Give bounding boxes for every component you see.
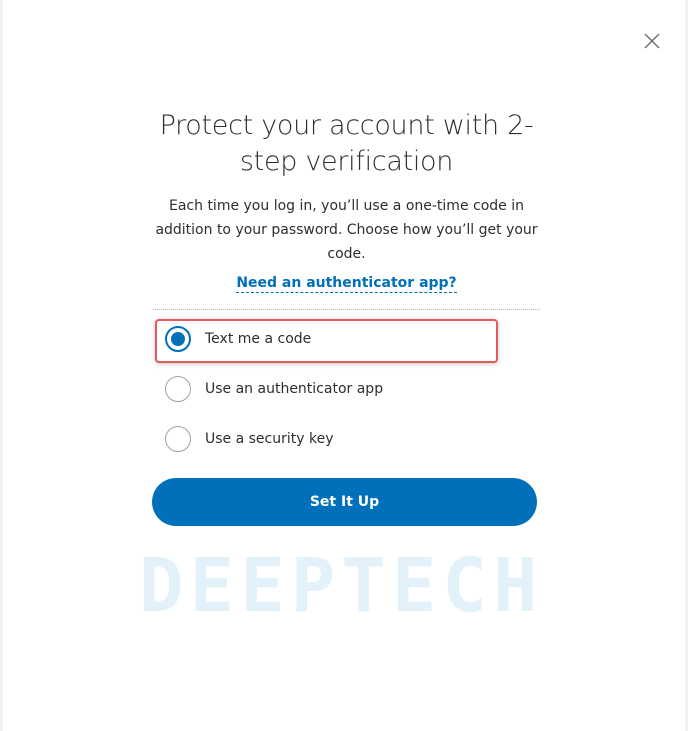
radio-text-code[interactable] (165, 326, 191, 352)
option-label: Text me a code (205, 331, 312, 347)
option-text-code[interactable]: Text me a code (153, 319, 540, 359)
watermark: DEEPTECH (139, 543, 544, 629)
option-label: Use a security key (205, 431, 334, 447)
option-security-key[interactable]: Use a security key (153, 419, 540, 459)
radio-authenticator-app[interactable] (165, 376, 191, 402)
verification-options: Text me a code Use an authenticator app … (153, 319, 540, 459)
two-step-verification-dialog: DEEPTECH Protect your account with 2-ste… (3, 0, 685, 731)
set-it-up-button[interactable]: Set It Up (152, 478, 537, 526)
radio-security-key[interactable] (165, 426, 191, 452)
authenticator-app-help-link[interactable]: Need an authenticator app? (236, 275, 457, 293)
divider (153, 309, 540, 310)
option-label: Use an authenticator app (205, 381, 384, 397)
dialog-content: Protect your account with 2-step verific… (153, 108, 540, 469)
dialog-title: Protect your account with 2-step verific… (159, 110, 534, 177)
close-icon (644, 33, 660, 49)
option-authenticator-app[interactable]: Use an authenticator app (153, 369, 540, 409)
close-button[interactable] (639, 28, 665, 54)
help-link-container: Need an authenticator app? (153, 272, 540, 293)
dialog-description: Each time you log in, you’ll use a one-t… (155, 198, 538, 262)
